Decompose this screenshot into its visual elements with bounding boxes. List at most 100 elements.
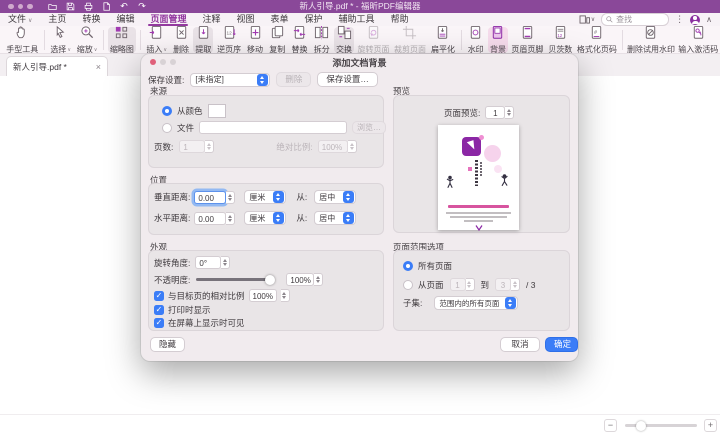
- relative-scale-field[interactable]: 100%: [249, 289, 277, 302]
- save-settings-select[interactable]: [未指定]: [190, 73, 270, 87]
- ribbon-button-4[interactable]: 插入∨: [144, 27, 168, 53]
- vertical-distance-field[interactable]: 0.00: [194, 191, 226, 204]
- horizontal-unit-value: 厘米: [249, 213, 270, 224]
- all-pages-radio[interactable]: [403, 261, 413, 271]
- horizontal-distance-field[interactable]: 0.00: [194, 212, 226, 225]
- rotation-field[interactable]: 0°: [195, 256, 221, 269]
- opacity-slider-knob[interactable]: [265, 275, 275, 285]
- ribbon-button-0[interactable]: 手型工具: [5, 27, 40, 53]
- page-preview-field[interactable]: 1: [485, 106, 505, 119]
- zoom-in-button[interactable]: +: [704, 419, 717, 432]
- browse-button: 浏览…: [352, 121, 386, 134]
- collapse-ribbon-icon[interactable]: ∧: [706, 15, 712, 24]
- open-icon[interactable]: [47, 1, 58, 12]
- zoom-slider-knob[interactable]: [636, 421, 646, 431]
- ribbon-button-8[interactable]: 移动: [245, 27, 265, 53]
- menu-item-label: 视图: [237, 14, 255, 24]
- ribbon-button-18[interactable]: 页眉页脚: [510, 27, 545, 53]
- file-path-field[interactable]: [199, 121, 347, 134]
- ribbon-button-label: 裁剪页面: [394, 46, 426, 54]
- ribbon-button-20[interactable]: #格式化页码: [576, 27, 618, 53]
- ribbon-button-10[interactable]: 替换: [289, 27, 309, 53]
- zoom-out-button[interactable]: −: [604, 419, 617, 432]
- vertical-distance-stepper[interactable]: [226, 191, 235, 204]
- file-radio[interactable]: [162, 123, 172, 133]
- ribbon-button-6[interactable]: 提取: [193, 27, 213, 53]
- to-page-stepper: [511, 278, 520, 291]
- avatar[interactable]: [690, 15, 700, 25]
- ribbon-button-2[interactable]: 缩放∨: [75, 27, 99, 53]
- insert-page-icon: [149, 25, 164, 45]
- ribbon-button-label: 提取: [195, 46, 211, 54]
- opacity-field[interactable]: 100%: [286, 273, 314, 286]
- ribbon-button-label: 复制: [269, 46, 285, 54]
- ribbon-button-14: 裁剪页面: [393, 27, 428, 53]
- ribbon-button-15[interactable]: 扁平化: [429, 27, 456, 53]
- chevron-down-icon: ∨: [163, 46, 167, 54]
- zoom-slider[interactable]: [625, 424, 697, 427]
- ribbon-button-label: 背景: [490, 46, 506, 54]
- relative-scale-stepper[interactable]: [281, 289, 290, 302]
- dropdown-arrows-icon: [505, 297, 516, 309]
- select-icon: [53, 25, 68, 45]
- activation-code-icon: [691, 25, 706, 45]
- ok-button[interactable]: 确定: [545, 337, 578, 352]
- horizontal-anchor-select[interactable]: 居中: [314, 211, 356, 225]
- minimize-window-button[interactable]: [18, 4, 24, 10]
- search-input[interactable]: 查找: [601, 13, 669, 26]
- color-swatch[interactable]: [208, 104, 226, 118]
- opacity-stepper[interactable]: [314, 273, 323, 286]
- dropdown-arrows-icon: [273, 191, 284, 203]
- ribbon-button-3[interactable]: 缩略图: [108, 27, 135, 53]
- ribbon-button-19[interactable]: 12贝茨数: [547, 27, 574, 53]
- header-footer-icon: [520, 25, 535, 45]
- layout-icon[interactable]: ∨: [579, 15, 595, 24]
- pages-field: 1: [179, 140, 205, 153]
- ribbon-divider: [622, 30, 623, 50]
- hide-button[interactable]: 隐藏: [150, 337, 185, 352]
- redo-icon[interactable]: ↷: [137, 1, 148, 12]
- svg-text:12: 12: [226, 30, 232, 35]
- vertical-unit-select[interactable]: 厘米: [244, 190, 286, 204]
- document-tab[interactable]: 新人引导.pdf * ×: [6, 56, 108, 76]
- page-preview-stepper[interactable]: [505, 106, 514, 119]
- total-pages-label: / 3: [526, 280, 535, 290]
- ribbon-button-16[interactable]: 水印: [466, 27, 486, 53]
- vertical-anchor-select[interactable]: 居中: [314, 190, 356, 204]
- ribbon-button-22[interactable]: 输入激活码: [677, 27, 719, 53]
- ribbon-button-9[interactable]: 复制: [267, 27, 287, 53]
- new-document-icon[interactable]: [101, 1, 112, 12]
- menu-item-label: 转换: [82, 14, 100, 24]
- rotation-stepper[interactable]: [221, 256, 230, 269]
- show-when-print-checkbox[interactable]: [154, 305, 164, 315]
- horizontal-unit-select[interactable]: 厘米: [244, 211, 286, 225]
- format-page-number-icon: #: [589, 25, 604, 45]
- print-icon[interactable]: [83, 1, 94, 12]
- save-setting-button[interactable]: 保存设置…: [317, 72, 378, 87]
- close-tab-icon[interactable]: ×: [96, 62, 101, 72]
- ribbon-button-11[interactable]: 拆分: [312, 27, 332, 53]
- ribbon-button-21[interactable]: 删除试用水印: [627, 27, 676, 53]
- ribbon-button-5[interactable]: 删除: [171, 27, 191, 53]
- more-dots-icon[interactable]: ⋮: [675, 14, 684, 25]
- show-on-screen-checkbox[interactable]: [154, 318, 164, 328]
- from-color-radio[interactable]: [162, 106, 172, 116]
- ribbon-button-1[interactable]: 选择∨: [48, 27, 72, 53]
- menubar: 文件∨主页转换编辑页面管理注释视图表单保护辅助工具帮助 ∨ 查找 ⋮ ∧: [0, 13, 720, 26]
- ribbon-button-17[interactable]: 背景: [488, 27, 508, 53]
- from-page-stepper: [466, 278, 475, 291]
- pink-dot-decoration: [479, 135, 484, 140]
- opacity-slider[interactable]: [196, 278, 274, 281]
- maximize-window-button[interactable]: [27, 4, 33, 10]
- horizontal-distance-stepper[interactable]: [226, 212, 235, 225]
- subset-select[interactable]: 范围内的所有页面: [434, 296, 518, 310]
- ribbon-button-12[interactable]: 交换: [334, 27, 354, 53]
- subset-value: 范围内的所有页面: [439, 298, 502, 309]
- cancel-button[interactable]: 取消: [500, 337, 540, 352]
- undo-icon[interactable]: ↶: [119, 1, 130, 12]
- relative-scale-checkbox[interactable]: [154, 291, 164, 301]
- save-icon[interactable]: [65, 1, 76, 12]
- close-window-button[interactable]: [8, 4, 14, 10]
- ribbon-button-7[interactable]: 12逆页序: [215, 27, 242, 53]
- from-page-radio[interactable]: [403, 280, 413, 290]
